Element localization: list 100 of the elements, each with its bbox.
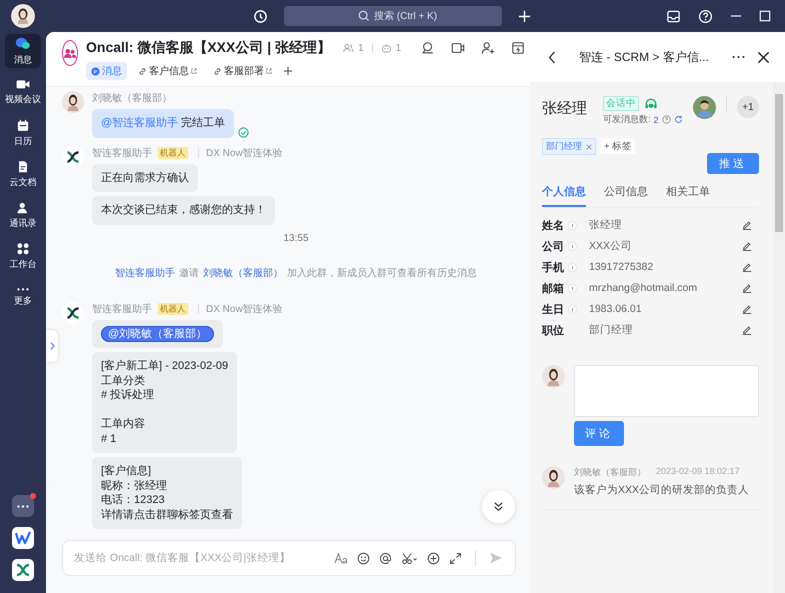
push-button[interactable]: 推送 [707,153,759,174]
scissors-icon[interactable] [401,552,418,564]
field-value: 张经理 [589,218,623,232]
add-icon[interactable] [427,552,440,564]
quota-label: 可发消息数: [603,113,651,126]
comment-button[interactable]: 评论 [574,421,624,446]
sidebar-item[interactable]: 消息 [5,34,41,68]
comment-field[interactable] [574,365,759,417]
video-camera-icon [16,78,30,90]
inbox-icon[interactable] [666,8,681,24]
message-text: 本次交谈已结束，感谢您的支持！ [101,203,266,218]
external-link-icon [266,68,272,74]
emoji-icon[interactable] [357,552,370,564]
sender-name: 刘晓敏（客服部） [92,92,172,105]
sender-name: 智连客服助手 [92,146,152,160]
headset-icon [644,98,658,110]
scrollbar[interactable] [773,82,785,593]
user-avatar[interactable] [62,91,84,113]
info-tab[interactable]: 相关工单 [666,184,710,207]
info-tab[interactable]: 公司信息 [604,184,648,207]
more-icon[interactable] [732,55,745,59]
app-logo-icon[interactable] [12,527,34,549]
message-text: # 投诉处理 [101,388,156,402]
history-icon[interactable] [253,8,268,24]
members-icon [343,43,354,53]
message-text: 昵称：张经理 [101,478,168,493]
sidebar-item[interactable]: 通讯录 [5,198,41,232]
sidebar-item[interactable]: 云文档 [5,156,41,192]
grid-icon [16,242,30,255]
plus-icon[interactable] [518,10,531,22]
more-avatars-count[interactable]: +1 [737,96,759,118]
read-check-icon [238,126,250,138]
edit-icon[interactable] [742,283,752,293]
add-tab-icon[interactable] [283,66,293,76]
info-tab[interactable]: 个人信息 [542,184,586,207]
document-icon [16,160,30,173]
field-label: 邮箱 [542,282,565,296]
video-call-icon[interactable] [451,41,466,55]
quota-value: 2 [654,114,659,124]
message-text: [客户信息] [101,464,152,478]
robot-icon [380,43,392,53]
customer-avatar[interactable] [693,96,716,119]
scroll-to-bottom-button[interactable] [482,490,515,523]
organization-name: DX Now智连体验 [206,302,283,316]
app-logo-icon[interactable] [12,559,34,581]
sidebar-item[interactable]: 更多 [5,280,41,314]
expand-sidebar-handle[interactable] [46,330,58,362]
session-status-tag: 会话中 [603,96,639,111]
field-value: XXX公司 [589,239,634,253]
close-icon[interactable] [757,50,770,64]
edit-icon[interactable] [742,325,752,335]
mention-icon[interactable] [379,552,392,564]
apps-menu-button[interactable] [12,495,34,517]
search-field[interactable]: 搜索 (Ctrl + K) [284,6,502,26]
group-avatar [62,40,78,66]
message-text: 正在向需求方确认 [101,170,189,185]
chat-tab[interactable]: 客服部署 [208,62,277,80]
field-label: 姓名 [542,218,565,232]
panel-title: 智连 - SCRM > 客户信... [578,48,710,66]
announcement-icon[interactable] [511,41,526,55]
sidebar-item[interactable]: 视频会议 [5,74,41,110]
edit-icon[interactable] [742,241,752,251]
bot-avatar[interactable] [62,302,84,324]
sidebar-item[interactable]: 日历 [5,116,41,150]
bot-badge: 机器人 [158,146,188,158]
message-text: 详情请点击群聊标签页查看 [101,508,233,522]
search-icon [358,10,370,22]
sidebar-item[interactable]: 工作台 [5,238,41,274]
edit-icon[interactable] [742,304,752,314]
message-input[interactable]: 发送给 Oncall: 微信客服【XXX公司|张经理】 [72,551,325,565]
more-icon [17,504,29,508]
system-notice: 智连客服助手 邀请 刘晓敏（客服部） 加入此群，新成员入群可查看所有历史消息 [114,266,478,280]
chevron-right-icon [50,342,54,350]
message-text: 工单分类 [101,374,146,388]
chat-tab[interactable]: 客户信息 [133,62,202,80]
field-value: mrzhang@hotmail.com [589,282,698,294]
back-icon[interactable] [548,50,556,64]
bot-avatar[interactable] [62,146,84,168]
edit-icon[interactable] [742,220,752,230]
field-label: 职位 [542,324,565,338]
timestamp: 13:55 [283,232,309,244]
external-link-icon [191,68,197,74]
bot-badge: 机器人 [158,302,188,314]
edit-icon[interactable] [742,262,752,272]
add-tag-button[interactable]: + 标签 [601,139,636,154]
double-chevron-down-icon [492,500,505,513]
search-message-icon[interactable] [421,41,436,55]
remove-tag-icon[interactable] [586,144,592,150]
sender-name: 智连客服助手 [92,302,152,316]
add-member-icon[interactable] [481,41,496,55]
comment-author: 刘晓敏（客服部） [574,466,646,479]
fullscreen-icon[interactable] [449,552,462,564]
maximize-icon[interactable] [759,10,771,22]
field-value: 部门经理 [589,323,634,337]
member-count: 1 [358,42,364,54]
refresh-icon[interactable] [674,115,683,124]
mention-tag[interactable]: @刘晓敏（客服部） [101,326,214,342]
text-format-icon[interactable] [334,552,348,564]
user-avatar [542,466,565,489]
chat-title: Oncall: 微信客服【XXX公司 | 张经理】 [86,39,332,57]
